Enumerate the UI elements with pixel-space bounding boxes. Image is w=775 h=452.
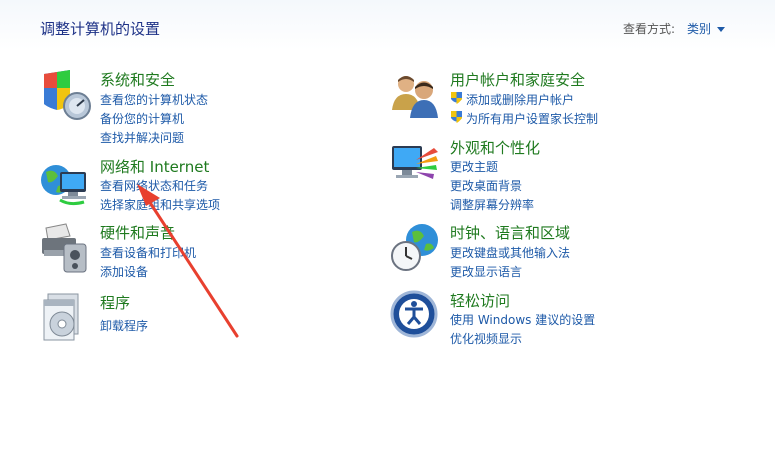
link-change-keyboard[interactable]: 更改键盘或其他输入法 <box>450 244 570 261</box>
link-optimize-video-display[interactable]: 优化视频显示 <box>450 330 522 347</box>
network-internet-icon[interactable] <box>40 158 92 210</box>
view-by-label: 查看方式: <box>623 22 676 36</box>
link-parental-controls[interactable]: 为所有用户设置家长控制 <box>466 110 598 127</box>
link-change-theme[interactable]: 更改主题 <box>450 158 498 175</box>
link-backup-computer[interactable]: 备份您的计算机 <box>100 110 184 127</box>
link-windows-recommended-settings[interactable]: 使用 Windows 建议的设置 <box>450 311 595 328</box>
category-system-security-title[interactable]: 系统和安全 <box>100 69 175 90</box>
link-change-background[interactable]: 更改桌面背景 <box>450 177 522 194</box>
link-add-remove-accounts[interactable]: 添加或删除用户帐户 <box>466 91 574 108</box>
category-network-internet-title[interactable]: 网络和 Internet <box>100 156 209 177</box>
system-security-icon[interactable] <box>40 70 92 122</box>
user-accounts-icon[interactable] <box>390 70 442 122</box>
link-uninstall-program[interactable]: 卸载程序 <box>100 317 148 334</box>
category-clock-region-title[interactable]: 时钟、语言和区域 <box>450 222 570 243</box>
hardware-sound-icon[interactable] <box>40 222 92 274</box>
chevron-down-icon <box>717 27 726 32</box>
clock-region-icon[interactable] <box>390 222 442 274</box>
view-by-dropdown[interactable]: 类别 <box>687 20 726 37</box>
link-devices-printers[interactable]: 查看设备和打印机 <box>100 244 196 261</box>
category-programs-title[interactable]: 程序 <box>100 292 130 313</box>
link-screen-resolution[interactable]: 调整屏幕分辨率 <box>450 196 534 213</box>
link-view-network-status[interactable]: 查看网络状态和任务 <box>100 177 208 194</box>
link-change-display-language[interactable]: 更改显示语言 <box>450 263 522 280</box>
page-title: 调整计算机的设置 <box>40 20 161 38</box>
link-view-computer-status[interactable]: 查看您的计算机状态 <box>100 91 208 108</box>
programs-icon[interactable] <box>40 292 92 344</box>
uac-shield-icon <box>450 110 463 125</box>
category-user-accounts-title[interactable]: 用户帐户和家庭安全 <box>450 69 585 90</box>
link-add-device[interactable]: 添加设备 <box>100 263 148 280</box>
category-ease-of-access-title[interactable]: 轻松访问 <box>450 290 510 311</box>
link-homegroup-sharing[interactable]: 选择家庭组和共享选项 <box>100 196 220 213</box>
appearance-icon[interactable] <box>390 140 442 192</box>
view-by-value: 类别 <box>687 22 712 36</box>
uac-shield-icon <box>450 91 463 106</box>
category-appearance-title[interactable]: 外观和个性化 <box>450 137 540 158</box>
category-hardware-sound-title[interactable]: 硬件和声音 <box>100 222 175 243</box>
ease-of-access-icon[interactable] <box>390 290 442 342</box>
link-troubleshoot[interactable]: 查找并解决问题 <box>100 129 184 146</box>
